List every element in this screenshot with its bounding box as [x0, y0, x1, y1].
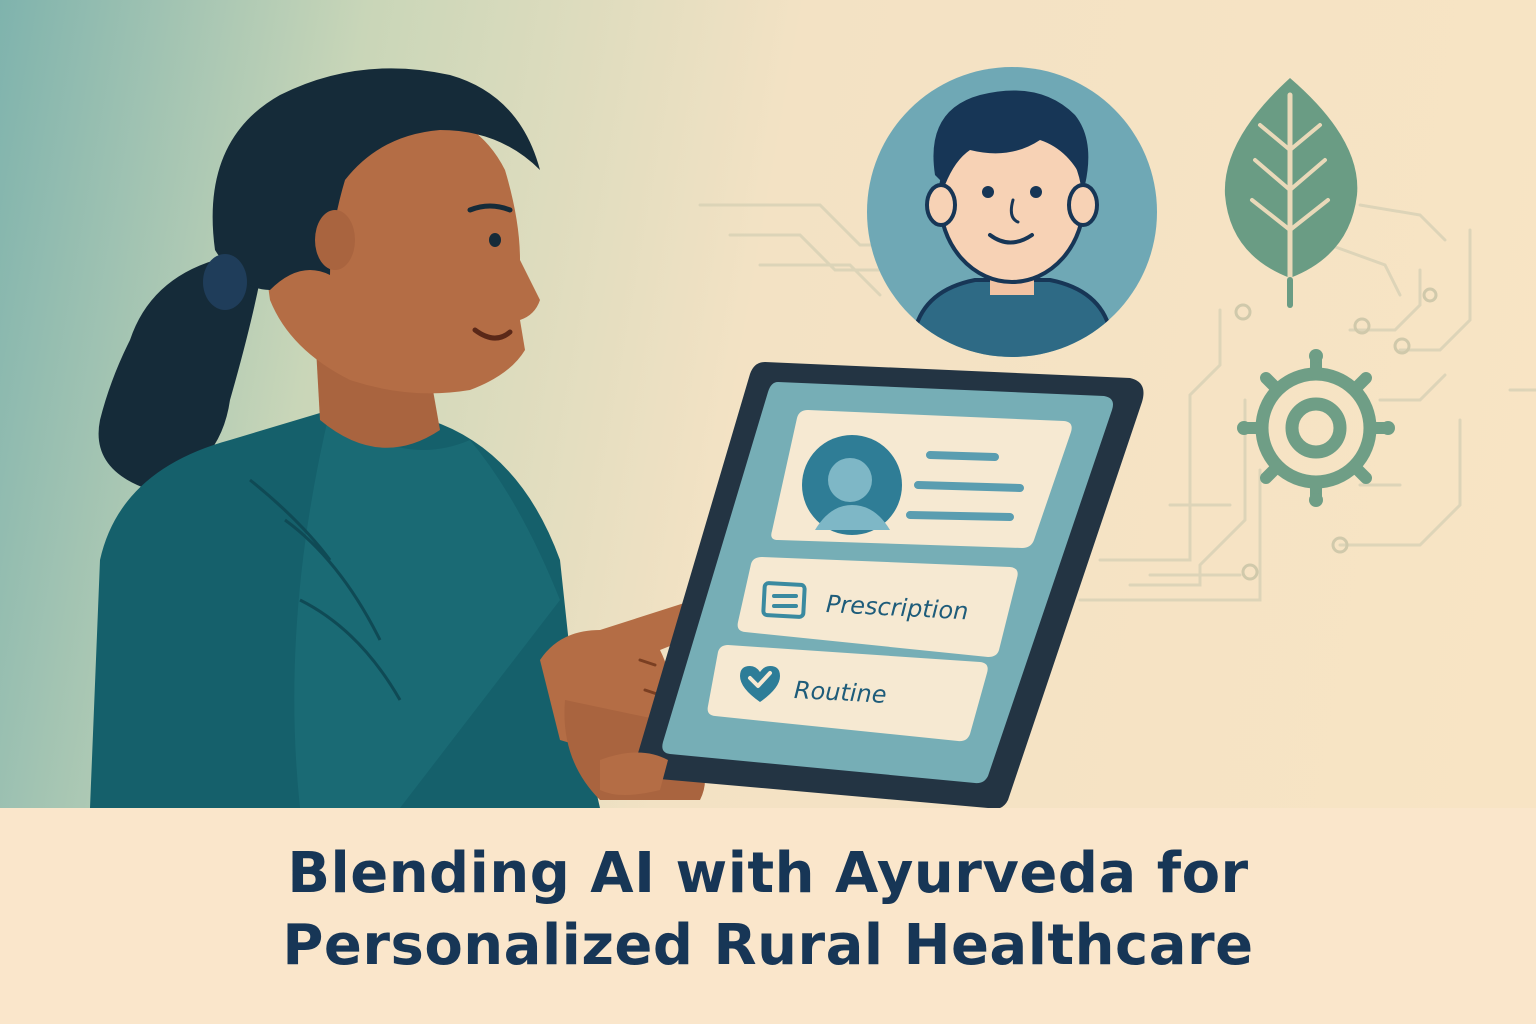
leaf-icon: [1224, 78, 1358, 308]
doctor-avatar-icon: [867, 67, 1157, 357]
tablet-device: [635, 362, 1144, 808]
health-worker-figure: [90, 68, 728, 808]
title-line-2: Personalized Rural Healthcare: [282, 913, 1254, 978]
routine-button-label[interactable]: Routine: [793, 676, 887, 709]
illustration: Prescription Routine: [0, 0, 1536, 808]
page-title: Blending AI with Ayurveda for Personaliz…: [0, 838, 1536, 982]
title-line-1: Blending AI with Ayurveda for: [287, 841, 1249, 906]
